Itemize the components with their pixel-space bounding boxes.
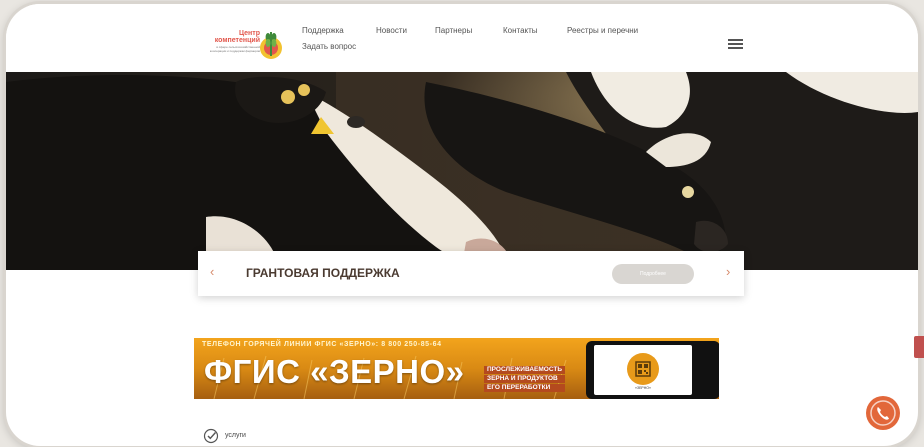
checkmark-circle-icon xyxy=(203,428,219,444)
hamburger-menu-icon[interactable] xyxy=(728,39,743,50)
fgis-zerno-banner[interactable]: ТЕЛЕФОН ГОРЯЧЕЙ ЛИНИИ ФГИС «ЗЕРНО»: 8 80… xyxy=(194,338,719,399)
nav-item-news[interactable]: Новости xyxy=(376,26,407,35)
hotline-text: ТЕЛЕФОН ГОРЯЧЕЙ ЛИНИИ ФГИС «ЗЕРНО»: 8 80… xyxy=(202,341,442,348)
banner-title: ФГИС «ЗЕРНО» xyxy=(204,353,465,390)
phone-mockup: «ЗЕРНО» xyxy=(586,341,719,399)
wheat-emblem-icon xyxy=(260,32,282,59)
more-details-button[interactable]: Подробнее xyxy=(612,264,694,284)
side-tab[interactable] xyxy=(914,336,924,358)
logo-subtitle: в сфере сельскохозяйственной кооперации … xyxy=(209,45,260,53)
call-button[interactable] xyxy=(866,396,900,430)
page-frame: Центр компетенций в сфере сельскохозяйст… xyxy=(6,4,918,446)
slider-card: ‹ ГРАНТОВАЯ ПОДДЕРЖКА Подробнее › xyxy=(198,251,744,296)
ask-question-link[interactable]: Задать вопрос xyxy=(302,42,356,51)
phone-screen: «ЗЕРНО» xyxy=(594,345,692,395)
logo-title: Центр компетенций xyxy=(214,30,260,44)
banner-line: ЗЕРНА И ПРОДУКТОВ xyxy=(484,375,565,383)
banner-line: ПРОСЛЕЖИВАЕМОСТЬ xyxy=(484,366,565,374)
nav-item-registers[interactable]: Реестры и перечни xyxy=(567,26,638,35)
cows-photo xyxy=(6,72,918,270)
banner-subtitle: ПРОСЛЕЖИВАЕМОСТЬ ЗЕРНА И ПРОДУКТОВ ЕГО П… xyxy=(484,366,565,393)
site-header: Центр компетенций в сфере сельскохозяйст… xyxy=(6,4,918,72)
banner-line: ЕГО ПЕРЕРАБОТКИ xyxy=(484,384,565,392)
chevron-right-icon[interactable]: › xyxy=(726,264,730,279)
nav-item-partners[interactable]: Партнеры xyxy=(435,26,472,35)
slide-title: ГРАНТОВАЯ ПОДДЕРЖКА xyxy=(246,266,400,280)
services-label: услуги xyxy=(225,432,246,439)
chevron-left-icon[interactable]: ‹ xyxy=(210,264,214,279)
site-logo[interactable]: Центр компетенций в сфере сельскохозяйст… xyxy=(202,28,286,66)
nav-item-support[interactable]: Поддержка xyxy=(302,26,344,35)
qr-code-icon xyxy=(627,353,659,385)
hero-image xyxy=(6,72,918,270)
nav-item-contacts[interactable]: Контакты xyxy=(503,26,538,35)
phone-label: «ЗЕРНО» xyxy=(635,386,651,390)
phone-icon xyxy=(870,400,896,426)
